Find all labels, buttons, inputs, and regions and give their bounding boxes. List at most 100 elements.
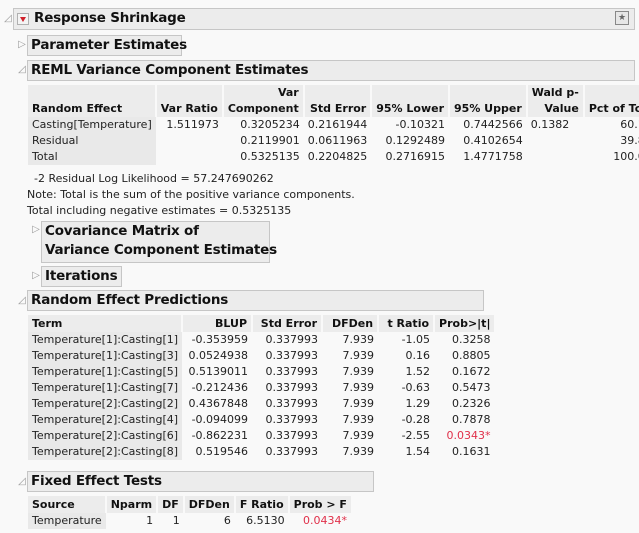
cell: -0.353959 [191, 333, 249, 346]
col-header: Nparm [104, 496, 158, 513]
report-title: Response Shrinkage [34, 10, 186, 26]
table-row: Temperature[1]:Casting[7] -0.212436 0.3379… [28, 380, 494, 396]
col-header: Var Component [221, 85, 304, 117]
red-triangle-menu-icon[interactable] [17, 13, 29, 25]
cell: 0.337993 [265, 429, 319, 442]
section-title: Fixed Effect Tests [31, 473, 162, 489]
cell: 7.939 [342, 365, 375, 378]
pin-icon[interactable]: ★ [615, 11, 629, 25]
cell: 0.2119901 [240, 134, 300, 147]
cell: Temperature[2]:Casting[2] [28, 396, 183, 412]
table-row: Temperature[1]:Casting[1] -0.353959 0.3379… [28, 332, 494, 348]
cell: 0.7442566 [463, 118, 523, 131]
col-header: BLUP [181, 315, 253, 332]
col-header: Std Error [251, 315, 323, 332]
table-row: Temperature 1 1 6 6.5130 0.0434* [28, 513, 351, 529]
cell: Casting[Temperature] [28, 117, 156, 133]
cell: 0.337993 [265, 349, 319, 362]
col-header: Pct of Total [582, 85, 639, 117]
col-header: Prob>|t| [433, 315, 495, 332]
cell: Residual [28, 133, 156, 149]
parameter-estimates-header[interactable]: Parameter Estimates [27, 35, 187, 56]
cell: 0.1382 [530, 118, 570, 131]
cell: 0.8805 [451, 349, 491, 362]
random-effect-predictions-table: Term BLUP Std Error DFDen t Ratio Prob>|… [28, 315, 495, 460]
note-text: Note: Total is the sum of the positive v… [27, 188, 355, 201]
col-header: Source [28, 496, 106, 513]
cell: Temperature[1]:Casting[3] [28, 348, 183, 364]
section-title: Covariance Matrix of [45, 223, 199, 239]
expand-triangle-icon[interactable]: ▷ [17, 39, 27, 51]
random-effect-predictions-header[interactable]: Random Effect Predictions [27, 290, 484, 311]
cell: 0.4367848 [188, 397, 249, 410]
fixed-effect-tests-header[interactable]: Fixed Effect Tests [27, 471, 374, 492]
cell: 0.16 [405, 349, 431, 362]
cell: 1 [172, 514, 180, 527]
cell: 0.2161944 [307, 118, 368, 131]
table-row: Casting[Temperature] 1.511973 0.3205234 … [28, 117, 639, 133]
cell: -2.55 [401, 429, 431, 442]
cell: 0.3258 [451, 333, 491, 346]
cell: 0.5325135 [240, 150, 300, 163]
fixed-effect-tests-table: Source Nparm DF DFDen F Ratio Prob > F T… [28, 496, 351, 529]
cell: Temperature[1]:Casting[7] [28, 380, 183, 396]
table-row: Residual 0.2119901 0.0611963 0.1292489 0… [28, 133, 639, 149]
cell: 0.5473 [451, 381, 491, 394]
expand-triangle-icon[interactable]: ▷ [31, 224, 41, 236]
collapse-triangle-icon[interactable]: ◿ [3, 13, 13, 25]
table-row: Temperature[2]:Casting[8] 0.519546 0.33799… [28, 444, 494, 460]
expand-triangle-icon[interactable]: ▷ [31, 270, 41, 282]
section-title: Iterations [45, 268, 118, 284]
cell: -1.05 [401, 333, 431, 346]
cell: 0.1631 [451, 445, 491, 458]
table-header-row: Source Nparm DF DFDen F Ratio Prob > F [28, 496, 351, 513]
col-header: t Ratio [377, 315, 435, 332]
cell: 7.939 [342, 397, 375, 410]
cell: 6 [223, 514, 231, 527]
cell: 0.2204825 [307, 150, 368, 163]
cell [527, 133, 584, 149]
col-header: Var Ratio [154, 85, 223, 117]
table-header-row: Term BLUP Std Error DFDen t Ratio Prob>|… [28, 315, 495, 332]
cell: 7.939 [342, 349, 375, 362]
cell: 0.337993 [265, 333, 319, 346]
cell: 39.809 [620, 134, 639, 147]
section-title: Variance Component Estimates [45, 242, 277, 258]
cell: 1.29 [405, 397, 431, 410]
collapse-triangle-icon[interactable]: ◿ [17, 64, 27, 76]
iterations-header[interactable]: Iterations [41, 266, 122, 287]
cell: Temperature[1]:Casting[1] [28, 332, 183, 348]
cell [156, 149, 223, 165]
cell: 0.3205234 [240, 118, 300, 131]
cell: 0.337993 [265, 413, 319, 426]
section-title: Random Effect Predictions [31, 292, 229, 308]
reml-header[interactable]: REML Variance Component Estimates [27, 60, 635, 81]
col-header: Wald p- Value [525, 85, 584, 117]
cell: 60.191 [620, 118, 639, 131]
col-header: Term [28, 315, 183, 332]
col-header: 95% Upper [448, 85, 527, 117]
section-title: Parameter Estimates [31, 37, 187, 53]
cell: 7.939 [342, 429, 375, 442]
total-negative-text: Total including negative estimates = 0.5… [27, 204, 292, 217]
cell [156, 133, 223, 149]
cell: 0.5139011 [188, 365, 249, 378]
cell: 100.000 [613, 150, 639, 163]
cell: 1.52 [405, 365, 431, 378]
cell: -0.094099 [191, 413, 249, 426]
significant-p-value: 0.0434* [302, 514, 347, 527]
cell: -0.212436 [191, 381, 249, 394]
table-row: Temperature[1]:Casting[3] 0.0524938 0.3379… [28, 348, 494, 364]
cell: 0.337993 [265, 445, 319, 458]
collapse-triangle-icon[interactable]: ◿ [17, 295, 27, 307]
collapse-triangle-icon[interactable]: ◿ [17, 476, 27, 488]
cell: 0.2326 [451, 397, 491, 410]
cell: 7.939 [342, 445, 375, 458]
col-header: DFDen [321, 315, 379, 332]
cell: 1 [146, 514, 154, 527]
section-title: REML Variance Component Estimates [31, 62, 309, 78]
col-header: Random Effect [28, 85, 156, 117]
covariance-matrix-header[interactable]: Covariance Matrix of Variance Component … [41, 221, 277, 263]
cell: 7.939 [342, 381, 375, 394]
cell: 0.337993 [265, 365, 319, 378]
